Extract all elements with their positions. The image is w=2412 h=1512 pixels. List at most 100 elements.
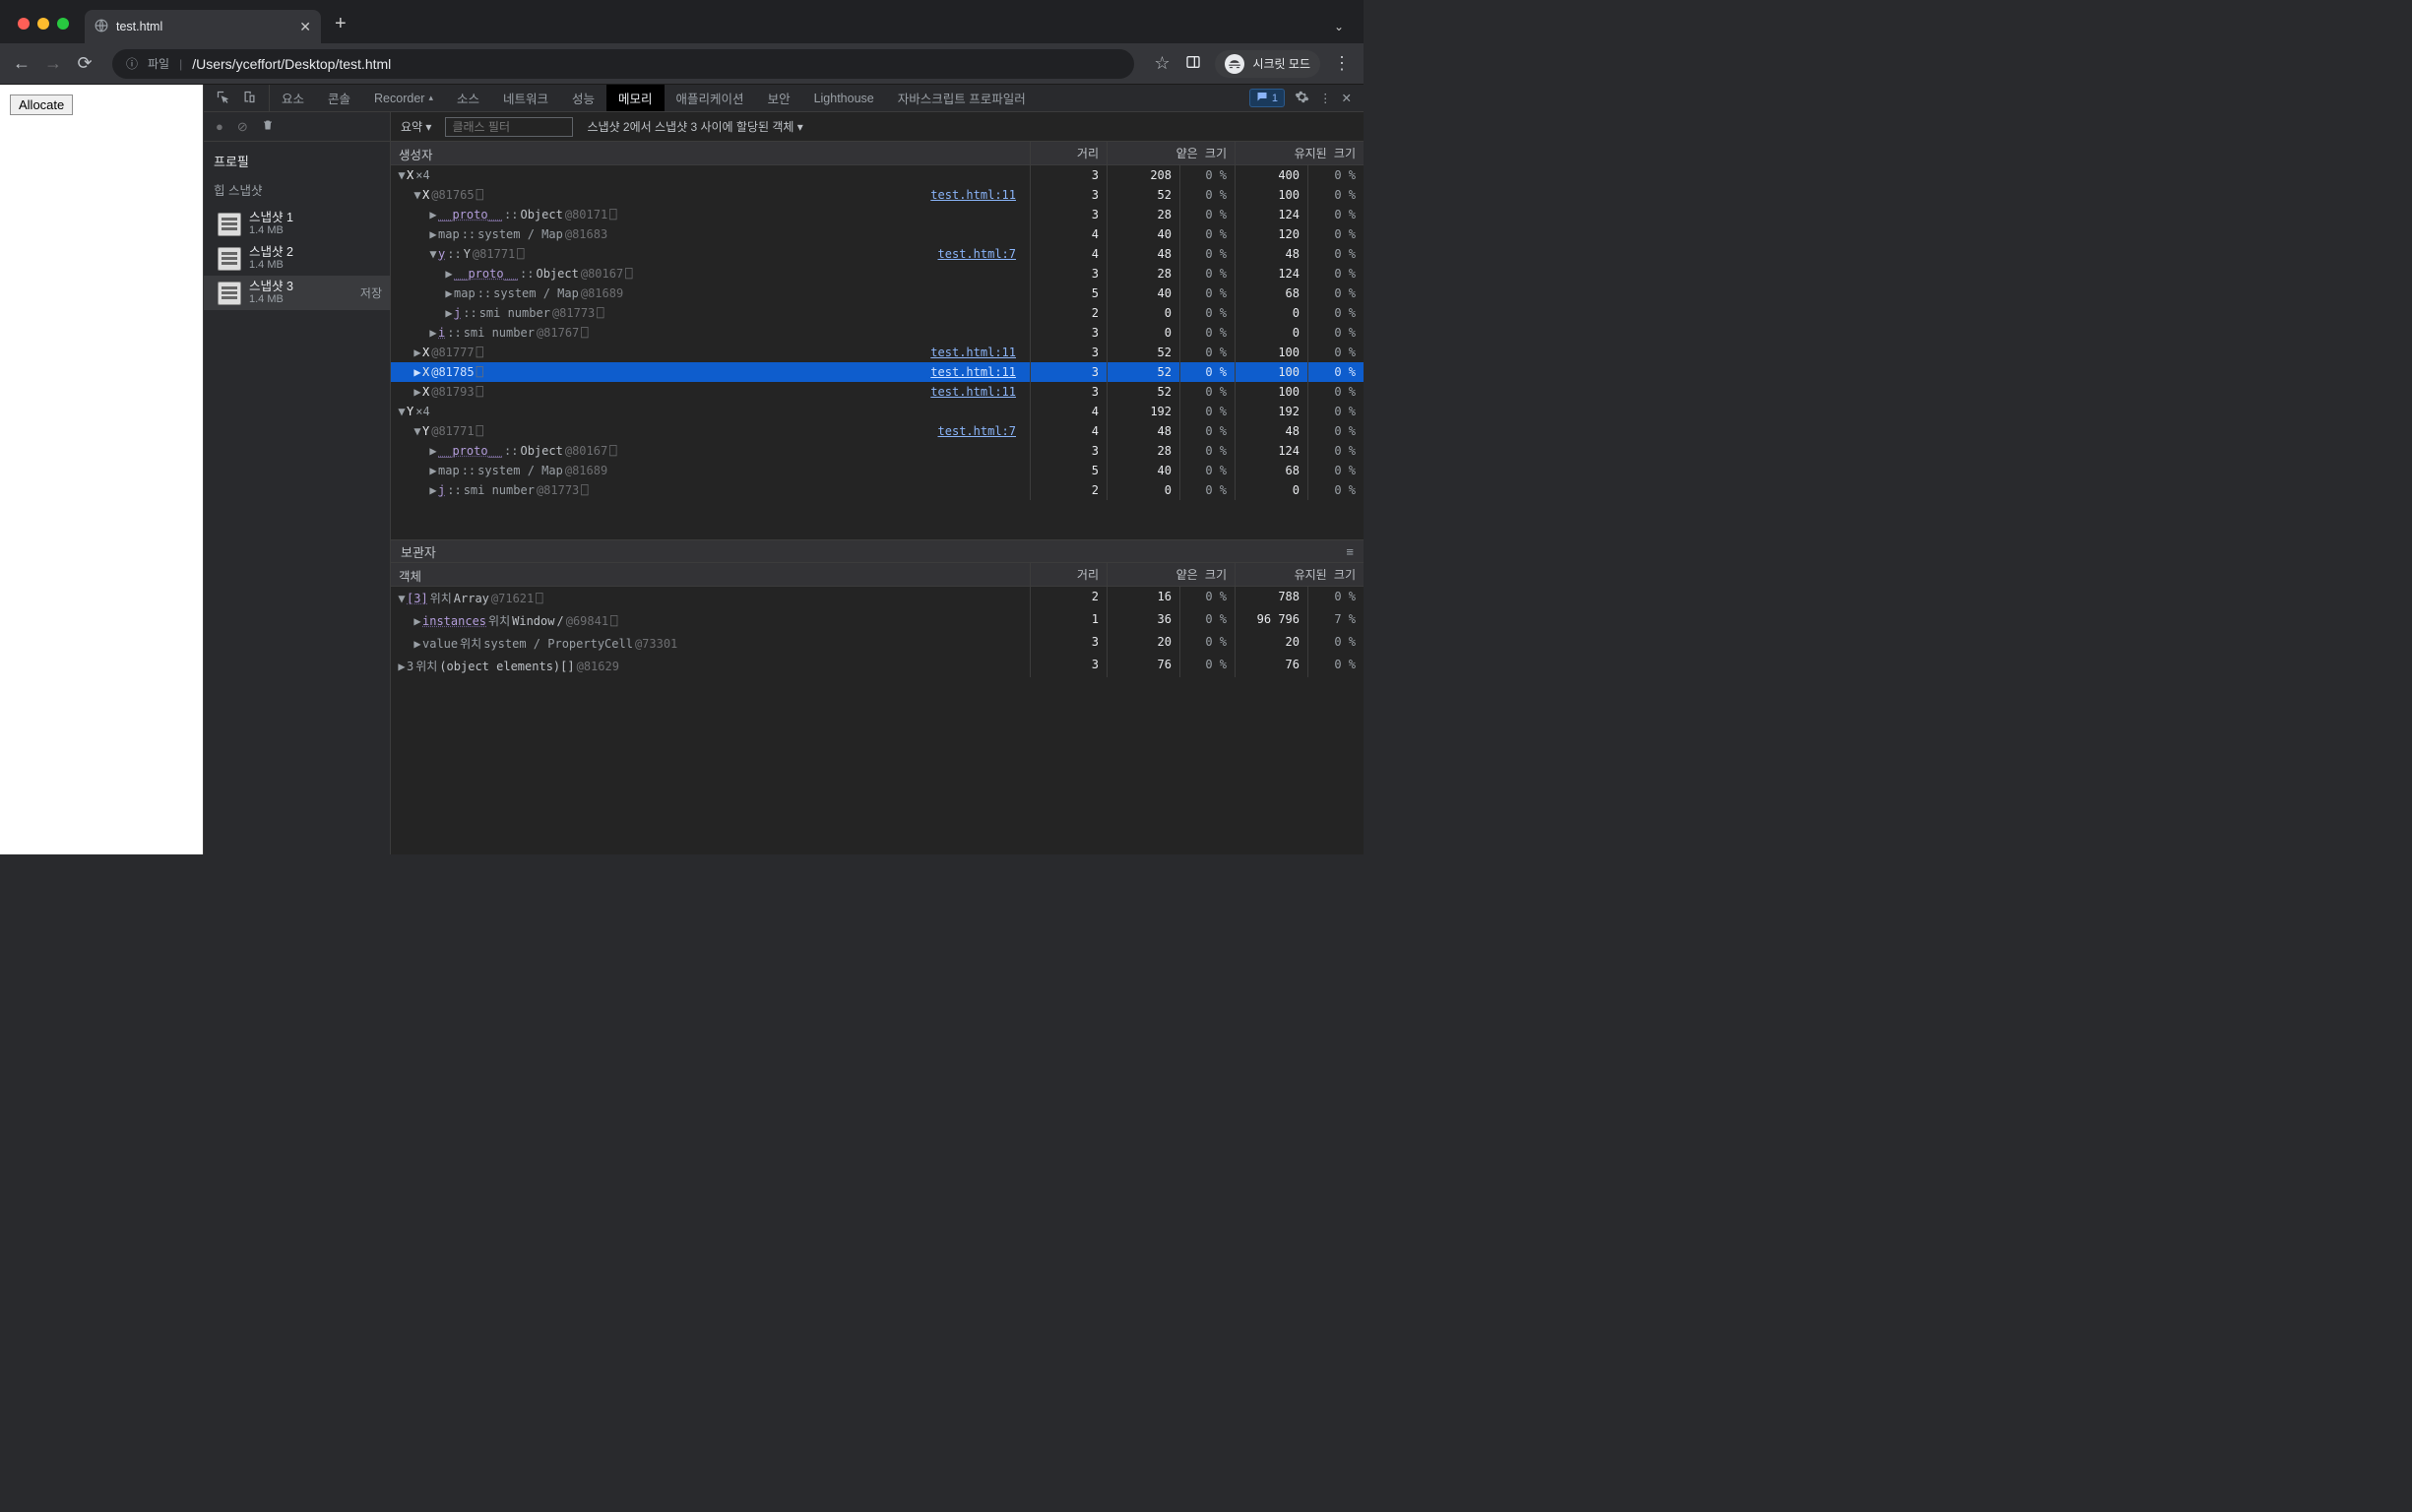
disclosure-arrow-icon[interactable]: ▶	[397, 660, 407, 673]
minimize-window-icon[interactable]	[37, 18, 49, 30]
devtools-tab[interactable]: Recorder ▴	[362, 85, 445, 111]
retainers-rows[interactable]: ▼ [3] 위치 Array @71621 ⎕ 2 16 0 % 788 0 %…	[391, 587, 1364, 854]
devtools-kebab-icon[interactable]: ⋮	[1319, 91, 1332, 105]
disclosure-arrow-icon[interactable]: ▶	[413, 614, 422, 628]
close-window-icon[interactable]	[18, 18, 30, 30]
back-icon[interactable]: ←	[12, 53, 32, 74]
table-row[interactable]: ▶ map :: system / Map @81689 5 40 0 % 68…	[391, 284, 1364, 303]
table-row[interactable]: ▶ instances 위치 Window / @69841 ⎕ 1 36 0 …	[391, 609, 1364, 632]
disclosure-arrow-icon[interactable]: ▼	[397, 592, 407, 605]
snapshot-save-link[interactable]: 저장	[360, 284, 382, 301]
device-toggle-icon[interactable]	[242, 90, 257, 107]
disclosure-arrow-icon[interactable]: ▼	[428, 247, 438, 261]
site-info-icon[interactable]: ⓘ	[126, 55, 138, 72]
col-shallow[interactable]: 얕은 크기	[1108, 142, 1236, 164]
devtools-tab[interactable]: 콘솔	[316, 85, 362, 111]
source-link[interactable]: test.html:7	[938, 424, 1022, 438]
disclosure-arrow-icon[interactable]: ▼	[397, 405, 407, 418]
disclosure-arrow-icon[interactable]: ▶	[413, 385, 422, 399]
devtools-tab[interactable]: 네트워크	[491, 85, 560, 111]
source-link[interactable]: test.html:11	[930, 188, 1022, 202]
table-row[interactable]: ▼ X @81765 ⎕ test.html:11 3 52 0 % 100 0…	[391, 185, 1364, 205]
devtools-tab[interactable]: 성능	[560, 85, 606, 111]
disclosure-arrow-icon[interactable]: ▼	[413, 188, 422, 202]
disclosure-arrow-icon[interactable]: ▶	[444, 306, 454, 320]
table-row[interactable]: ▼ Y ×4 4 192 0 % 192 0 %	[391, 402, 1364, 421]
reload-icon[interactable]: ⟳	[75, 53, 95, 74]
record-icon[interactable]: ●	[216, 119, 223, 134]
source-link[interactable]: test.html:11	[930, 346, 1022, 359]
disclosure-arrow-icon[interactable]: ▶	[428, 483, 438, 497]
table-row[interactable]: ▶ j :: smi number @81773 ⎕ 2 0 0 % 0 0 %	[391, 303, 1364, 323]
table-row[interactable]: ▶ 3 위치 (object elements)[] @81629 3 76 0…	[391, 655, 1364, 677]
table-row[interactable]: ▶ __proto__ :: Object @80171 ⎕ 3 28 0 % …	[391, 205, 1364, 224]
table-row[interactable]: ▼ X ×4 3 208 0 % 400 0 %	[391, 165, 1364, 185]
allocation-filter-dropdown[interactable]: 스냅샷 2에서 스냅샷 3 사이에 할당된 객체 ▾	[587, 118, 802, 135]
disclosure-arrow-icon[interactable]: ▼	[413, 424, 422, 438]
table-row[interactable]: ▶ j :: smi number @81773 ⎕ 2 0 0 % 0 0 %	[391, 480, 1364, 500]
disclosure-arrow-icon[interactable]: ▶	[428, 227, 438, 241]
table-row[interactable]: ▶ __proto__ :: Object @80167 ⎕ 3 28 0 % …	[391, 441, 1364, 461]
table-row[interactable]: ▶ i :: smi number @81767 ⎕ 3 0 0 % 0 0 %	[391, 323, 1364, 343]
clear-icon[interactable]: ⊘	[237, 119, 248, 135]
devtools-tab[interactable]: 요소	[270, 85, 316, 111]
browser-tab[interactable]: test.html ✕	[85, 10, 321, 43]
table-row[interactable]: ▶ X @81777 ⎕ test.html:11 3 52 0 % 100 0…	[391, 343, 1364, 362]
table-row[interactable]: ▶ X @81793 ⎕ test.html:11 3 52 0 % 100 0…	[391, 382, 1364, 402]
new-tab-button[interactable]: +	[321, 13, 360, 43]
close-tab-icon[interactable]: ✕	[299, 19, 311, 35]
snapshot-item[interactable]: 스냅샷 1 1.4 MB	[204, 207, 390, 241]
table-row[interactable]: ▶ map :: system / Map @81683 4 40 0 % 12…	[391, 224, 1364, 244]
disclosure-arrow-icon[interactable]: ▼	[397, 168, 407, 182]
devtools-tab[interactable]: 보안	[756, 85, 802, 111]
disclosure-arrow-icon[interactable]: ▶	[444, 267, 454, 281]
disclosure-arrow-icon[interactable]: ▶	[428, 208, 438, 221]
table-row[interactable]: ▶ map :: system / Map @81689 5 40 0 % 68…	[391, 461, 1364, 480]
source-link[interactable]: test.html:11	[930, 365, 1022, 379]
messages-badge[interactable]: 1	[1249, 89, 1285, 107]
disclosure-arrow-icon[interactable]: ▶	[444, 286, 454, 300]
table-row[interactable]: ▼ Y @81771 ⎕ test.html:7 4 48 0 % 48 0 %	[391, 421, 1364, 441]
col-distance[interactable]: 거리	[1031, 142, 1108, 164]
devtools-tab[interactable]: 메모리	[606, 85, 665, 111]
disclosure-arrow-icon[interactable]: ▶	[428, 444, 438, 458]
devtools-tab[interactable]: 소스	[445, 85, 491, 111]
table-row[interactable]: ▼ [3] 위치 Array @71621 ⎕ 2 16 0 % 788 0 %	[391, 587, 1364, 609]
snapshot-item[interactable]: 스냅샷 3 1.4 MB 저장	[204, 276, 390, 310]
url-field[interactable]: ⓘ 파일 | /Users/yceffort/Desktop/test.html	[112, 49, 1134, 79]
tab-list-chevron-icon[interactable]: ⌄	[1334, 20, 1364, 43]
disclosure-arrow-icon[interactable]: ▶	[428, 326, 438, 340]
devtools-tab[interactable]: Lighthouse	[802, 85, 886, 111]
disclosure-arrow-icon[interactable]: ▶	[413, 637, 422, 651]
table-row[interactable]: ▶ value 위치 system / PropertyCell @73301 …	[391, 632, 1364, 655]
source-link[interactable]: test.html:7	[938, 247, 1022, 261]
devtools-close-icon[interactable]: ✕	[1342, 91, 1352, 105]
panel-icon[interactable]	[1183, 54, 1203, 74]
retainers-menu-icon[interactable]: ≡	[1346, 544, 1354, 559]
table-row[interactable]: ▶ X @81785 ⎕ test.html:11 3 52 0 % 100 0…	[391, 362, 1364, 382]
disclosure-arrow-icon[interactable]: ▶	[428, 464, 438, 477]
table-row[interactable]: ▶ __proto__ :: Object @80167 ⎕ 3 28 0 % …	[391, 264, 1364, 284]
incognito-badge[interactable]: 시크릿 모드	[1215, 50, 1320, 78]
source-link[interactable]: test.html:11	[930, 385, 1022, 399]
inspect-icon[interactable]	[216, 90, 230, 107]
disclosure-arrow-icon[interactable]: ▶	[413, 346, 422, 359]
settings-gear-icon[interactable]	[1295, 90, 1309, 107]
snapshot-item[interactable]: 스냅샷 2 1.4 MB	[204, 241, 390, 276]
class-filter-input[interactable]	[445, 117, 573, 137]
col-retained[interactable]: 유지된 크기	[1236, 142, 1364, 164]
summary-dropdown[interactable]: 요약 ▾	[401, 118, 431, 135]
devtools-tab[interactable]: 애플리케이션	[665, 85, 756, 111]
star-icon[interactable]: ☆	[1152, 53, 1172, 74]
col-object[interactable]: 객체	[391, 563, 1031, 586]
disclosure-arrow-icon[interactable]: ▶	[413, 365, 422, 379]
delete-icon[interactable]	[262, 118, 274, 135]
constructors-rows[interactable]: ▼ X ×4 3 208 0 % 400 0 % ▼ X @81765 ⎕ te…	[391, 165, 1364, 539]
table-row[interactable]: ▼ y :: Y @81771 ⎕ test.html:7 4 48 0 % 4…	[391, 244, 1364, 264]
col-constructor[interactable]: 생성자	[391, 142, 1031, 164]
devtools-tab[interactable]: 자바스크립트 프로파일러	[886, 85, 1038, 111]
fullscreen-window-icon[interactable]	[57, 18, 69, 30]
row-label: value 위치 system / PropertyCell @73301	[422, 635, 677, 652]
kebab-menu-icon[interactable]: ⋮	[1332, 53, 1352, 74]
allocate-button[interactable]: Allocate	[10, 94, 73, 115]
